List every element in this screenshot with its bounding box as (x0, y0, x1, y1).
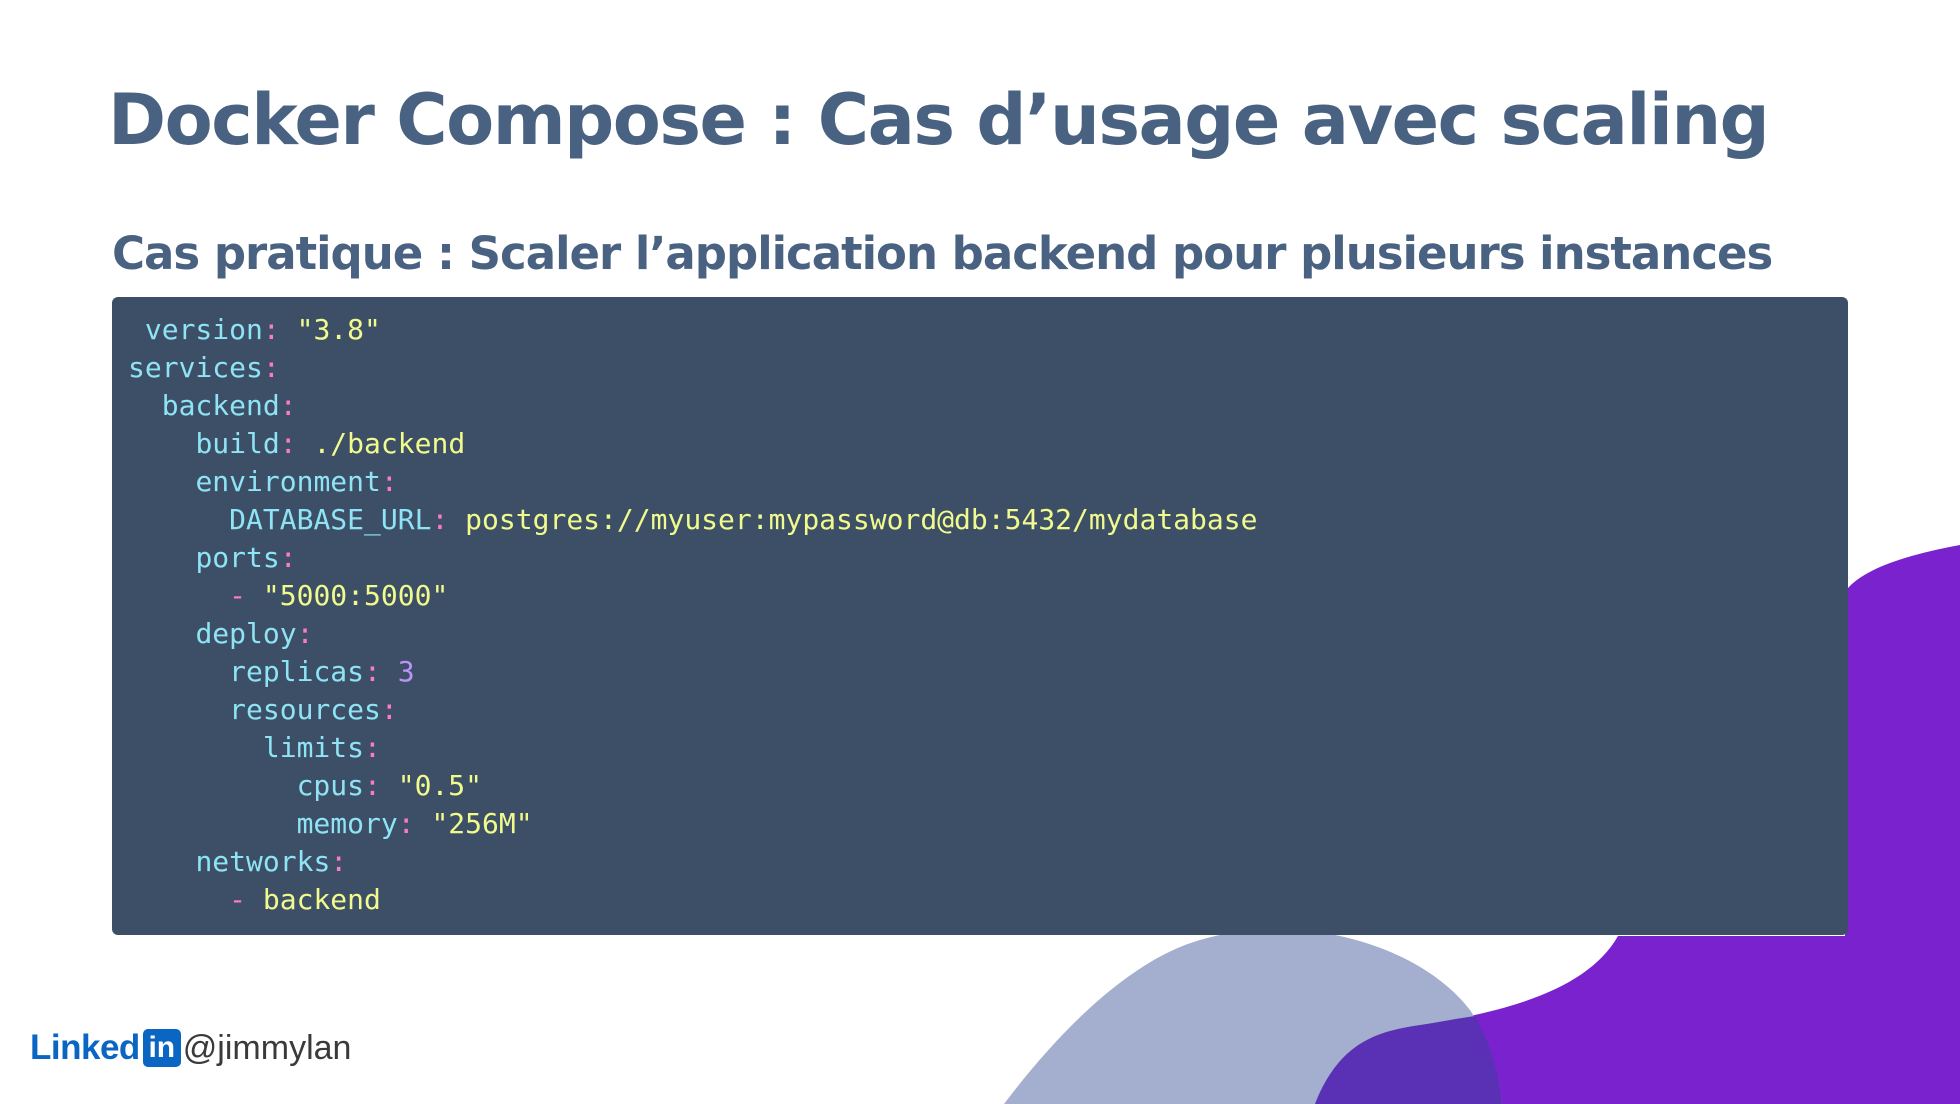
code-separator: : (279, 541, 297, 574)
code-separator: : (380, 465, 398, 498)
code-line: DATABASE_URL: postgres://myuser:mypasswo… (128, 501, 1832, 539)
code-key: resources (229, 693, 381, 726)
code-line: limits: (128, 729, 1832, 767)
code-value: ./backend (313, 427, 466, 460)
code-key: limits (262, 731, 365, 764)
code-block: version: "3.8" services: backend: build: … (112, 297, 1848, 935)
code-separator: : (262, 313, 297, 346)
author-handle: @jimmylan (182, 1028, 352, 1067)
code-line: memory: "256M" (128, 805, 1832, 843)
code-line: cpus: "0.5" (128, 767, 1832, 805)
code-line: deploy: (128, 615, 1832, 653)
code-line: networks: (128, 843, 1832, 881)
code-line: version: "3.8" (128, 311, 1832, 349)
code-key: ports (195, 541, 280, 574)
code-separator: : (279, 427, 314, 460)
code-separator: : (364, 731, 381, 764)
code-separator: : (364, 769, 398, 802)
code-list-dash: - (229, 579, 263, 612)
code-line: backend: (128, 387, 1832, 425)
code-key: environment (195, 465, 381, 498)
code-line: ports: (128, 539, 1832, 577)
linkedin-icon: in (142, 1029, 181, 1067)
code-key: build (195, 427, 280, 460)
code-list-dash: - (229, 883, 263, 916)
code-line: environment: (128, 463, 1832, 501)
code-line: replicas: 3 (128, 653, 1832, 691)
code-value: "5000:5000" (262, 579, 449, 612)
code-value: backend (262, 883, 381, 916)
code-separator: : (296, 617, 314, 650)
code-key: networks (195, 845, 331, 878)
code-key: backend (161, 389, 280, 422)
code-value: "0.5" (397, 769, 483, 802)
code-separator: : (431, 503, 466, 536)
code-key: DATABASE_URL (229, 503, 432, 536)
code-line: build: ./backend (128, 425, 1832, 463)
code-key: cpus (296, 769, 365, 802)
slide-title: Docker Compose : Cas d’usage avec scalin… (108, 79, 1770, 161)
code-key: version (144, 313, 263, 346)
code-line: - backend (128, 881, 1832, 919)
code-separator: : (364, 655, 398, 688)
code-separator: : (330, 845, 348, 878)
code-line: services: (128, 349, 1832, 387)
code-value: 3 (397, 655, 415, 688)
footer-linkedin: Linked in @jimmylan (30, 1026, 351, 1070)
code-separator: : (279, 389, 297, 422)
code-value: postgres://myuser:mypassword@db:5432/myd… (465, 503, 1258, 536)
code-value: "256M" (431, 807, 533, 840)
code-key: services (128, 351, 263, 384)
linkedin-wordmark: Linked (30, 1028, 140, 1067)
code-separator: : (380, 693, 398, 726)
code-separator: : (262, 351, 280, 384)
code-key: replicas (229, 655, 365, 688)
code-line: resources: (128, 691, 1832, 729)
code-key: deploy (195, 617, 297, 650)
code-key: memory (296, 807, 398, 840)
code-separator: : (397, 807, 432, 840)
slide-subtitle: Cas pratique : Scaler l’application back… (112, 227, 1773, 280)
code-value: "3.8" (296, 313, 381, 346)
code-line: - "5000:5000" (128, 577, 1832, 615)
